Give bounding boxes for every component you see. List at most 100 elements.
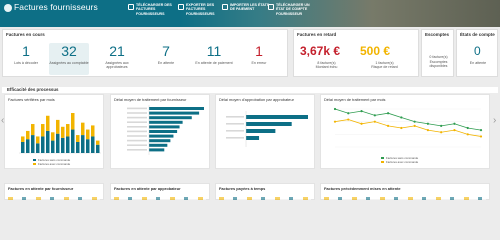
- kpi-awaiting-payment[interactable]: 11 En attente de paiement: [194, 43, 234, 75]
- bar-without-po: [76, 141, 80, 153]
- bar-without-po: [26, 139, 30, 153]
- download-icon: [128, 4, 134, 10]
- app-header: Factures fournisseurs Télécharger des fa…: [0, 0, 500, 27]
- chart-title: Délai moyen de traitement par mois: [324, 97, 386, 102]
- supplier-bar: [149, 130, 178, 133]
- document-icon: [268, 4, 274, 10]
- bar-with-po: [96, 140, 100, 145]
- data-point: [426, 129, 430, 132]
- data-point: [386, 124, 390, 127]
- amount-due-value[interactable]: 3,67k €: [300, 44, 340, 58]
- panel-title: Factures en cours: [6, 32, 45, 37]
- data-point: [466, 133, 469, 136]
- section-title: Efficacité des processus: [7, 87, 59, 92]
- late-invoices-panel: Factures en retard 3,67k € 8 facture(s) …: [293, 29, 419, 77]
- kpi-batches-to-decode[interactable]: 1 Lots à décoder: [6, 43, 46, 75]
- panel-title: États de compte: [460, 32, 495, 37]
- supplier-bar: [149, 111, 200, 115]
- processing-by-supplier-chart: [127, 105, 204, 155]
- bar-with-po: [21, 136, 25, 142]
- app-logo-icon: [4, 4, 12, 12]
- export-invoices-button[interactable]: Exporter des factures fournisseurs: [178, 3, 226, 16]
- bar-without-po: [46, 130, 50, 153]
- bar-without-po: [81, 135, 85, 153]
- bar-without-po: [21, 141, 25, 153]
- invoices-in-progress-panel: Factures en cours 1 Lots à décoder 32 As…: [2, 29, 288, 77]
- data-point: [466, 126, 469, 130]
- supplier-bar: [149, 107, 204, 110]
- bar-with-po: [66, 124, 70, 137]
- amount-due-label: 8 facture(s) Montant échu: [315, 61, 338, 70]
- bar-with-po: [36, 136, 40, 144]
- chart-title: Délai moyen de traitement par fournisseu…: [114, 97, 187, 102]
- amount-risk-value[interactable]: 500 €: [360, 44, 390, 58]
- approver-bar: [246, 129, 276, 133]
- kpi-assigned-accountant[interactable]: 32 Assignées au comptable: [49, 43, 89, 75]
- kpi-on-hold[interactable]: 7 En attente: [146, 43, 186, 75]
- panel-title: Escomptes: [425, 32, 450, 37]
- pending-by-supplier-card: Factures en attente par fournisseur: [4, 183, 104, 200]
- supplier-bar: [149, 120, 183, 124]
- approval-by-approver-chart: [226, 111, 308, 147]
- kpi-assigned-approvers[interactable]: 21 Assignées aux approbateurs: [97, 43, 137, 75]
- approver-bar: [246, 115, 308, 119]
- bar-without-po: [96, 144, 100, 153]
- legend-swatch-with-po: [33, 163, 36, 165]
- data-point: [333, 120, 337, 123]
- supplier-name-placeholder: [127, 126, 147, 128]
- data-point: [413, 120, 416, 123]
- card-title: Factures payées à temps: [219, 186, 266, 191]
- kpi-in-error[interactable]: 1 En erreur: [239, 43, 279, 75]
- data-point: [453, 129, 456, 132]
- bar-without-po: [36, 143, 40, 153]
- bar-without-po: [31, 135, 35, 153]
- download-account-statement-button[interactable]: Télécharger un état de compte fournisseu…: [268, 3, 316, 16]
- process-efficiency-section: Efficacité des processus: [2, 87, 498, 93]
- chart-title: Factures vérifiées par mois: [8, 97, 55, 102]
- processing-by-month-chart: Factures sans commandeFactures avec comm…: [333, 107, 483, 164]
- supplier-bar: [149, 143, 168, 147]
- data-point: [426, 122, 430, 125]
- data-point: [373, 114, 376, 117]
- supplier-name-placeholder: [127, 130, 147, 133]
- data-point: [400, 116, 403, 119]
- data-point: [386, 112, 390, 115]
- bar-without-po: [41, 136, 45, 153]
- bar-with-po: [71, 113, 75, 130]
- data-point: [360, 122, 363, 125]
- legend-swatch-with-po: [381, 161, 384, 163]
- download-invoices-button[interactable]: Télécharger des factures fournisseurs: [128, 3, 176, 16]
- chart-card-verified-per-month: Factures vérifiées par mois Factures san…: [4, 94, 104, 169]
- data-point: [360, 110, 363, 113]
- data-point: [453, 122, 456, 125]
- supplier-bar: [149, 139, 171, 143]
- bar-with-po: [91, 125, 95, 137]
- account-statements-label: En attente: [469, 61, 487, 65]
- carousel-next-arrow-icon[interactable]: ›: [493, 115, 499, 127]
- chart-preview-strip: [8, 197, 100, 200]
- approver-name-placeholder: [226, 116, 244, 118]
- import-icon: [222, 4, 228, 10]
- supplier-bar: [149, 134, 174, 138]
- bar-without-po: [51, 140, 55, 153]
- card-title: Factures en attente par approbateur: [114, 186, 181, 191]
- chart-title: Délai moyen d'approbation par approbateu…: [219, 97, 294, 102]
- account-statements-value[interactable]: 0: [474, 44, 481, 58]
- supplier-name-placeholder: [127, 144, 147, 146]
- data-point: [479, 135, 483, 138]
- line-with-po: [334, 119, 482, 137]
- import-payments-button[interactable]: Importer les états de paiement: [222, 3, 270, 12]
- approver-name-placeholder: [226, 123, 244, 125]
- bar-with-po: [86, 129, 90, 140]
- bar-without-po: [66, 136, 70, 153]
- discounts-panel: Escomptes 0 facture(s) Escomptes disponi…: [421, 29, 454, 77]
- discounts-value[interactable]: 0 facture(s): [422, 55, 455, 59]
- approver-name-placeholder: [226, 137, 244, 139]
- supplier-name-placeholder: [127, 139, 147, 142]
- data-point: [347, 112, 350, 115]
- supplier-bar: [149, 148, 165, 152]
- data-point: [400, 126, 403, 130]
- supplier-name-placeholder: [127, 135, 147, 137]
- bar-without-po: [86, 139, 90, 153]
- supplier-name-placeholder: [127, 112, 147, 114]
